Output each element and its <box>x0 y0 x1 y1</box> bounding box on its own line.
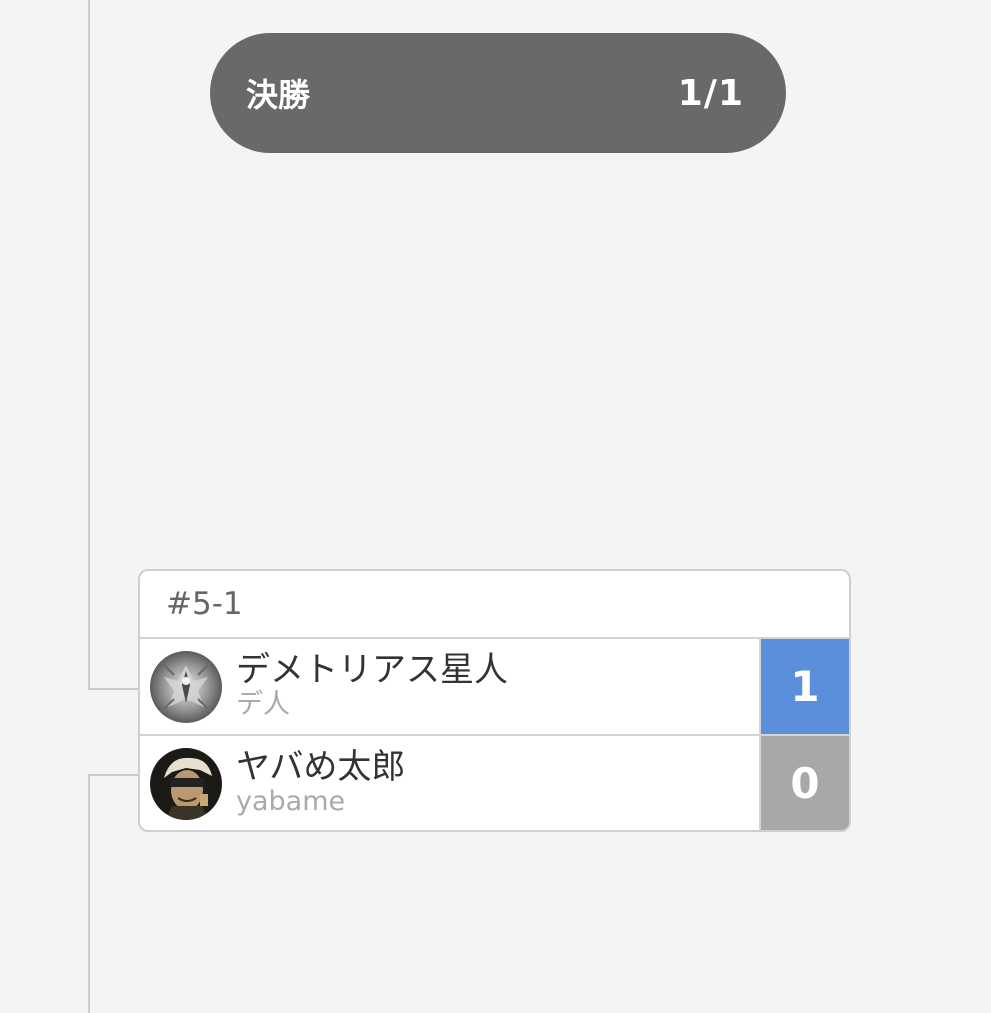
anime-character-avatar-icon <box>150 747 222 820</box>
monochrome-creature-avatar-icon <box>150 650 222 723</box>
player-subname: yabame <box>236 786 346 818</box>
player-names: デメトリアス星人 デ人 <box>236 653 508 719</box>
bracket-canvas: 決勝 1/1 #5-1 デメトリアス星人 デ人 1 ヤバめ太郎 yabame 0 <box>0 0 991 1013</box>
round-title: 決勝 <box>246 76 311 114</box>
round-match-count: 1/1 <box>677 72 744 114</box>
score-badge: 1 <box>761 639 849 734</box>
player-name: デメトリアス星人 <box>236 650 508 691</box>
match-id: #5-1 <box>140 571 849 639</box>
player-names: ヤバめ太郎 yabame <box>236 750 405 816</box>
player-subname: デ人 <box>236 689 290 721</box>
bracket-connector-line <box>88 774 140 776</box>
bracket-connector-line <box>88 0 90 690</box>
bracket-connector-line <box>88 688 140 690</box>
player-row[interactable]: デメトリアス星人 デ人 1 <box>140 639 849 736</box>
match-card[interactable]: #5-1 デメトリアス星人 デ人 1 ヤバめ太郎 yabame 0 <box>138 569 851 832</box>
player-row[interactable]: ヤバめ太郎 yabame 0 <box>140 736 849 830</box>
player-info: デメトリアス星人 デ人 <box>140 639 761 734</box>
score-badge: 0 <box>761 736 849 830</box>
player-name: ヤバめ太郎 <box>236 747 406 788</box>
round-header: 決勝 1/1 <box>210 33 786 153</box>
bracket-connector-line <box>88 774 90 1013</box>
player-info: ヤバめ太郎 yabame <box>140 736 761 830</box>
